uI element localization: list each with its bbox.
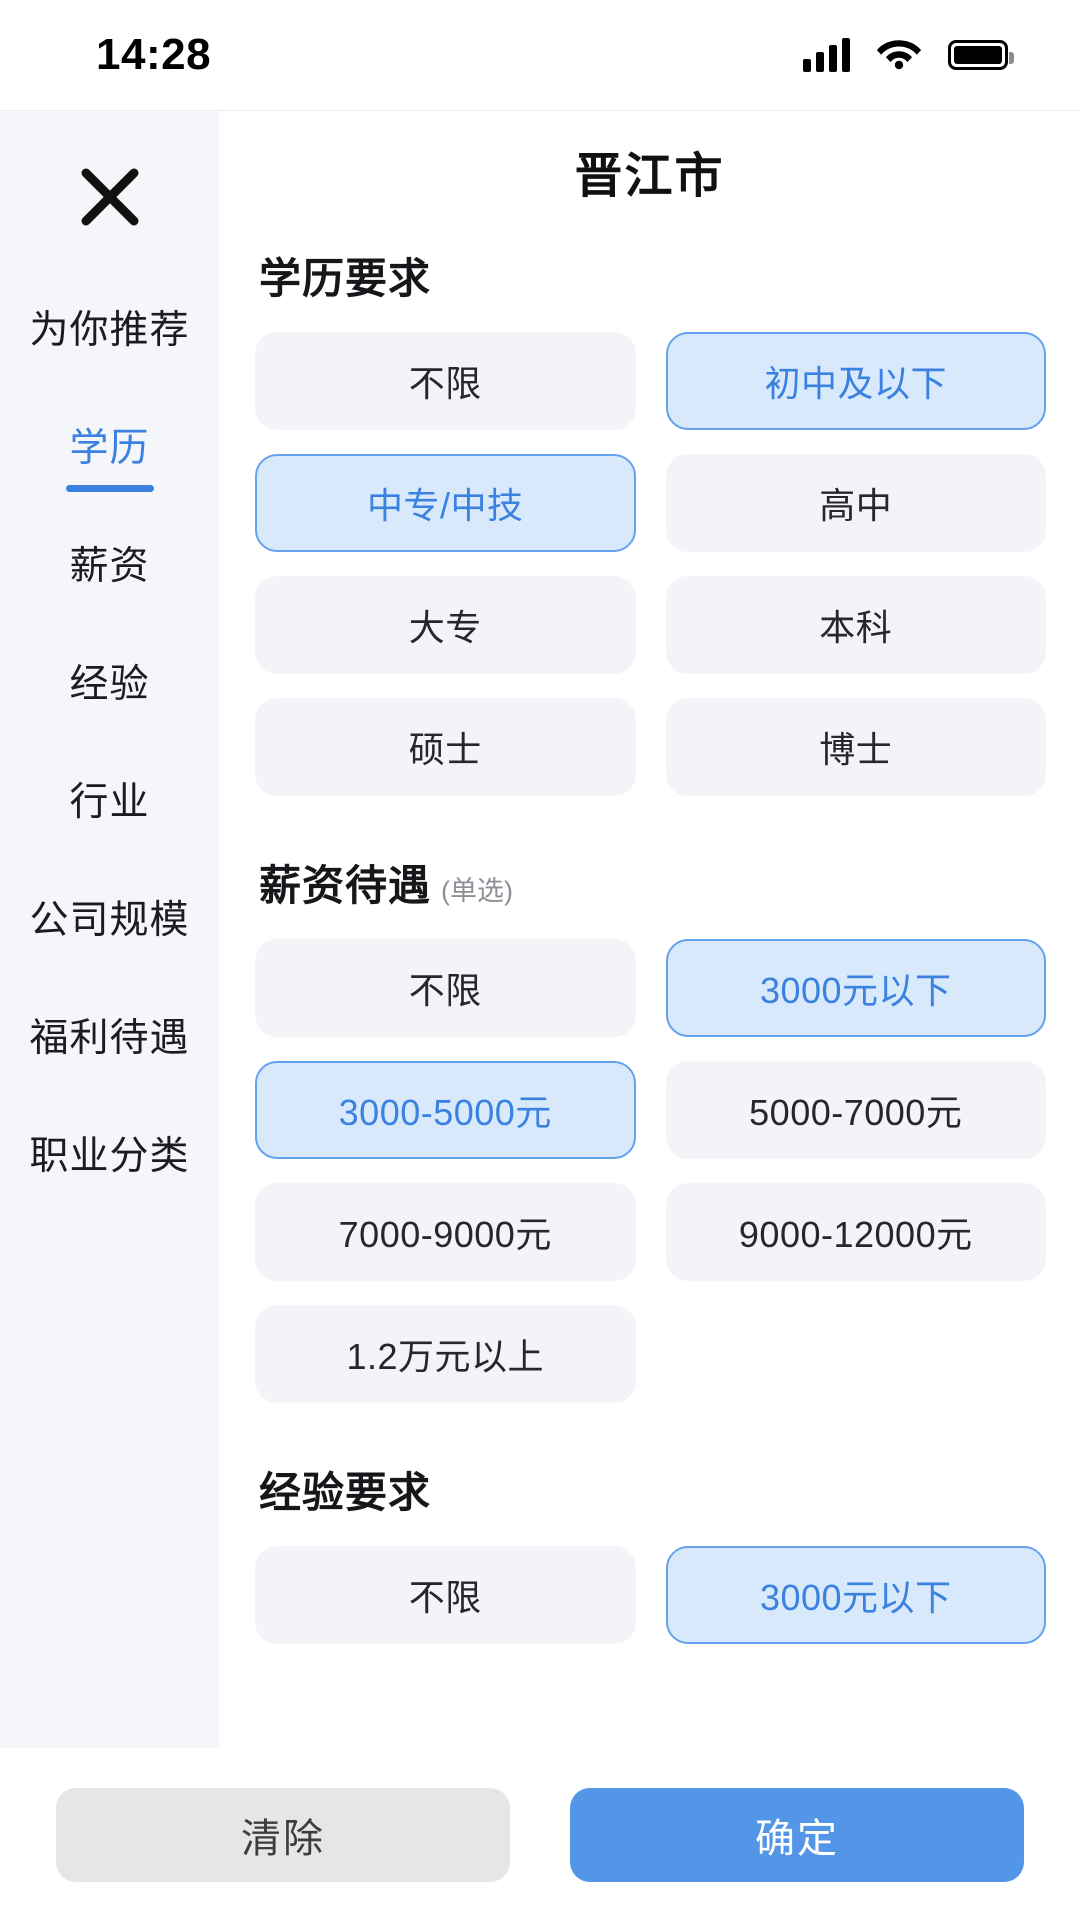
main-split: 为你推荐 学历 薪资 经验 行业 公司规模 福利待遇 职业分类 晋江市 学历要求…	[0, 110, 1080, 1748]
wifi-icon	[876, 36, 922, 75]
sidebar-item-benefits[interactable]: 福利待遇	[0, 985, 219, 1103]
option-grid: 不限 初中及以下 中专/中技 高中 大专 本科 硕士 博士	[255, 332, 1046, 796]
app-screen: 14:28 为你推荐 学历 薪资 经验 行业 公司规模 福利待遇 职业分类 晋江…	[0, 0, 1080, 1920]
sidebar-item-job-category[interactable]: 职业分类	[0, 1103, 219, 1221]
sidebar-item-education[interactable]: 学历	[0, 395, 219, 513]
sidebar-item-label: 职业分类	[29, 1134, 190, 1178]
filter-scroll-area[interactable]: 学历要求 不限 初中及以下 中专/中技 高中 大专 本科 硕士 博士 薪资待遇 …	[219, 231, 1080, 1748]
sidebar-item-label: 为你推荐	[29, 308, 190, 352]
sidebar-item-company-size[interactable]: 公司规模	[0, 867, 219, 985]
option-chip[interactable]: 不限	[255, 332, 636, 430]
sidebar-item-label: 公司规模	[29, 898, 190, 942]
sidebar-item-industry[interactable]: 行业	[0, 749, 219, 867]
section-header: 经验要求	[255, 1459, 1046, 1546]
option-chip[interactable]: 不限	[255, 939, 636, 1037]
option-chip[interactable]: 博士	[665, 698, 1046, 796]
section-title: 学历要求	[259, 255, 432, 302]
signal-bars-icon	[803, 38, 850, 72]
section-title: 薪资待遇	[259, 862, 432, 909]
close-icon[interactable]	[55, 147, 165, 247]
option-chip[interactable]: 3000-5000元	[255, 1061, 636, 1159]
clear-button[interactable]: 清除	[56, 1787, 510, 1882]
section-header: 薪资待遇 (单选)	[255, 852, 1046, 939]
section-note: (单选)	[441, 876, 513, 906]
section-experience: 经验要求 不限 3000元以下	[255, 1403, 1046, 1644]
status-time: 14:28	[96, 30, 212, 79]
option-chip[interactable]: 硕士	[255, 698, 636, 796]
status-bar: 14:28	[0, 0, 1080, 110]
sidebar-item-list: 为你推荐 学历 薪资 经验 行业 公司规模 福利待遇 职业分类	[0, 277, 219, 1221]
option-chip[interactable]: 本科	[665, 576, 1046, 674]
sidebar-item-label: 福利待遇	[29, 1016, 190, 1060]
sidebar-item-label: 学历	[69, 426, 150, 470]
option-chip[interactable]: 中专/中技	[255, 454, 636, 552]
bottom-action-bar: 清除 确定	[0, 1748, 1080, 1920]
section-title: 经验要求	[259, 1469, 432, 1516]
option-chip[interactable]: 初中及以下	[665, 332, 1046, 430]
sidebar-item-experience[interactable]: 经验	[0, 631, 219, 749]
status-indicators	[803, 36, 1014, 75]
section-salary: 薪资待遇 (单选) 不限 3000元以下 3000-5000元 5000-700…	[255, 796, 1046, 1403]
filter-sidebar: 为你推荐 学历 薪资 经验 行业 公司规模 福利待遇 职业分类	[0, 111, 219, 1748]
sidebar-item-salary[interactable]: 薪资	[0, 513, 219, 631]
section-header: 学历要求	[255, 245, 1046, 332]
option-chip[interactable]: 3000元以下	[665, 939, 1046, 1037]
confirm-button[interactable]: 确定	[570, 1787, 1024, 1882]
option-chip[interactable]: 不限	[255, 1546, 636, 1644]
page-title: 晋江市	[574, 150, 725, 203]
option-chip[interactable]: 3000元以下	[665, 1546, 1046, 1644]
sidebar-item-label: 经验	[69, 662, 150, 706]
option-chip[interactable]: 高中	[665, 454, 1046, 552]
option-chip[interactable]: 5000-7000元	[665, 1061, 1046, 1159]
option-chip[interactable]: 1.2万元以上	[255, 1305, 636, 1403]
filter-content: 晋江市 学历要求 不限 初中及以下 中专/中技 高中 大专 本科 硕士 博士 薪…	[219, 111, 1080, 1748]
active-underline	[65, 484, 154, 492]
option-chip[interactable]: 7000-9000元	[255, 1183, 636, 1281]
sidebar-item-recommend[interactable]: 为你推荐	[0, 277, 219, 395]
battery-full-icon	[948, 40, 1014, 70]
option-chip[interactable]: 9000-12000元	[665, 1183, 1046, 1281]
option-grid: 不限 3000元以下	[255, 1546, 1046, 1644]
section-education: 学历要求 不限 初中及以下 中专/中技 高中 大专 本科 硕士 博士	[255, 231, 1046, 796]
option-chip[interactable]: 大专	[255, 576, 636, 674]
sidebar-item-label: 行业	[69, 780, 150, 824]
sidebar-item-label: 薪资	[69, 544, 150, 588]
option-grid: 不限 3000元以下 3000-5000元 5000-7000元 7000-90…	[255, 939, 1046, 1403]
